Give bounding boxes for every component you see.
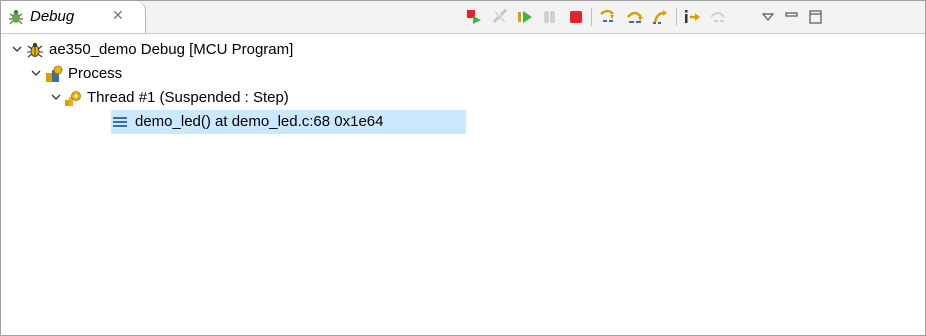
close-icon[interactable]: ✕: [112, 7, 124, 24]
process-icon: [46, 65, 63, 82]
suspend-icon[interactable]: [541, 9, 559, 25]
skip-all-breakpoints-icon[interactable]: [465, 9, 483, 25]
launch-bug-icon: [27, 43, 43, 58]
step-over-icon[interactable]: [626, 9, 644, 25]
terminate-icon[interactable]: [567, 9, 585, 25]
chevron-down-icon[interactable]: [30, 67, 42, 79]
tree-row-launch[interactable]: ae350_demo Debug [MCU Program]: [1, 38, 925, 62]
thread-icon: [65, 91, 81, 106]
debug-bug-icon: [9, 10, 23, 25]
resume-icon[interactable]: [516, 9, 534, 25]
process-label: Process: [68, 65, 123, 82]
stack-frame-icon: [113, 117, 127, 127]
chevron-down-icon[interactable]: [11, 43, 23, 55]
debug-tree: ae350_demo Debug [MCU Program] Process T…: [1, 34, 925, 334]
toolbar-separator: [676, 8, 677, 26]
use-step-filters-icon[interactable]: [709, 9, 727, 25]
tab-debug[interactable]: Debug ✕: [1, 1, 146, 33]
maximize-icon[interactable]: [807, 9, 825, 25]
launch-label: ae350_demo Debug [MCU Program]: [49, 41, 294, 58]
toolbar-separator: [591, 8, 592, 26]
disconnect-icon[interactable]: [491, 9, 509, 25]
minimize-icon[interactable]: [783, 9, 801, 25]
instruction-stepping-icon[interactable]: [683, 9, 701, 25]
tree-row-process[interactable]: Process: [1, 62, 925, 86]
stack-frame-label: demo_led() at demo_led.c:68 0x1e64: [135, 113, 384, 130]
step-return-icon[interactable]: [651, 9, 669, 25]
view-title-bar: Debug ✕: [1, 1, 925, 34]
tree-row-stack-frame[interactable]: demo_led() at demo_led.c:68 0x1e64: [111, 110, 466, 134]
view-menu-icon[interactable]: [759, 9, 777, 25]
chevron-down-icon[interactable]: [50, 91, 62, 103]
tree-row-thread[interactable]: Thread #1 (Suspended : Step): [1, 86, 925, 110]
tab-label: Debug: [30, 8, 75, 25]
debug-view: Debug ✕ ae350_demo Debug [MCU Program] P…: [0, 0, 926, 336]
step-into-icon[interactable]: [599, 9, 617, 25]
thread-label: Thread #1 (Suspended : Step): [87, 89, 289, 106]
